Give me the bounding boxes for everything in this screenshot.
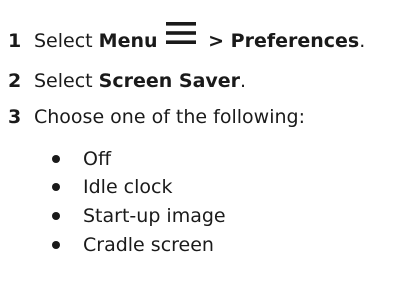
preferences-label: > Preferences	[201, 30, 360, 52]
step-prefix: Select	[34, 30, 99, 52]
step-suffix: .	[240, 70, 247, 92]
step-number: 3	[8, 106, 22, 128]
step-text: Select Menu > Preferences .	[34, 22, 366, 52]
option-idle-clock: Idle clock	[83, 176, 173, 198]
step-number: 2	[8, 70, 22, 92]
step-number: 1	[8, 30, 22, 52]
option-cradle-screen: Cradle screen	[83, 234, 214, 256]
option-off: Off	[83, 148, 112, 170]
bullet-icon	[52, 241, 60, 249]
screen-saver-label: Screen Saver	[98, 70, 241, 92]
step-prefix: Select	[34, 70, 99, 92]
option-start-up-image: Start-up image	[83, 205, 226, 227]
step-suffix: .	[359, 30, 366, 52]
bullet-icon	[52, 183, 60, 191]
step-text: Select Screen Saver .	[34, 70, 246, 92]
menu-icon	[165, 22, 196, 44]
bullet-icon	[52, 155, 60, 163]
bullet-icon	[52, 212, 60, 220]
step-text: Choose one of the following:	[34, 106, 305, 128]
menu-label: Menu	[98, 30, 158, 52]
